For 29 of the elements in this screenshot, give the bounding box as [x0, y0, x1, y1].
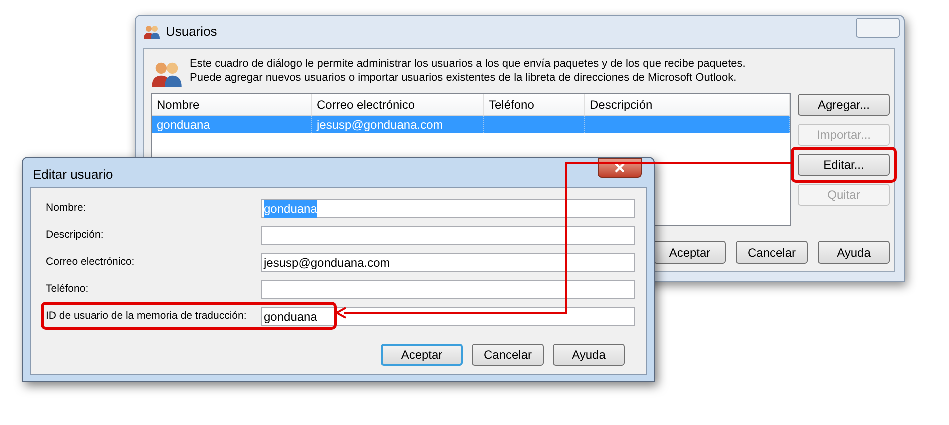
field-label: Teléfono: [45, 282, 90, 297]
dialog-button[interactable]: Cancelar [472, 344, 544, 366]
column-header[interactable]: Teléfono [484, 94, 585, 115]
column-header[interactable]: Descripción [585, 94, 790, 115]
description-text: Este cuadro de diálogo le permite administrar los usuarios a los que envía paquetes y de los que recibe paquetes. Puede agregar nuevos usuarios o importar usuarios existentes de la libreta de direcciones de Microsoft Outlook. [190, 57, 747, 85]
column-header[interactable]: Correo electrónico [312, 94, 484, 115]
input-field[interactable]: gonduana [261, 307, 635, 326]
dialog-button[interactable]: Ayuda [553, 344, 625, 366]
side-button[interactable]: Agregar... [798, 94, 890, 116]
column-header[interactable]: Nombre [152, 94, 312, 115]
side-button[interactable]: Editar... [798, 154, 890, 176]
window-title: Usuarios [166, 23, 218, 41]
field-label: Correo electrónico: [45, 254, 136, 270]
field-label: Descripción: [45, 228, 105, 243]
dialog-button[interactable]: Aceptar [654, 241, 726, 264]
users-icon [144, 24, 160, 39]
window-title: Editar usuario [33, 166, 114, 184]
input-field[interactable] [261, 226, 635, 245]
dialog-button[interactable]: Cancelar [736, 241, 808, 264]
table-cell: gonduana [152, 116, 312, 133]
dialog-button[interactable]: Aceptar [381, 344, 463, 366]
input-field[interactable]: jesusp@gonduana.com [261, 253, 635, 272]
close-icon [615, 163, 625, 173]
users-icon [152, 61, 182, 87]
field-label: ID de usuario de la memoria de traducción: [45, 308, 248, 324]
dialog-button[interactable]: Ayuda [818, 241, 890, 264]
field-label: Nombre: [45, 200, 88, 216]
table-cell: jesusp@gonduana.com [312, 116, 484, 133]
input-field[interactable] [261, 280, 635, 299]
